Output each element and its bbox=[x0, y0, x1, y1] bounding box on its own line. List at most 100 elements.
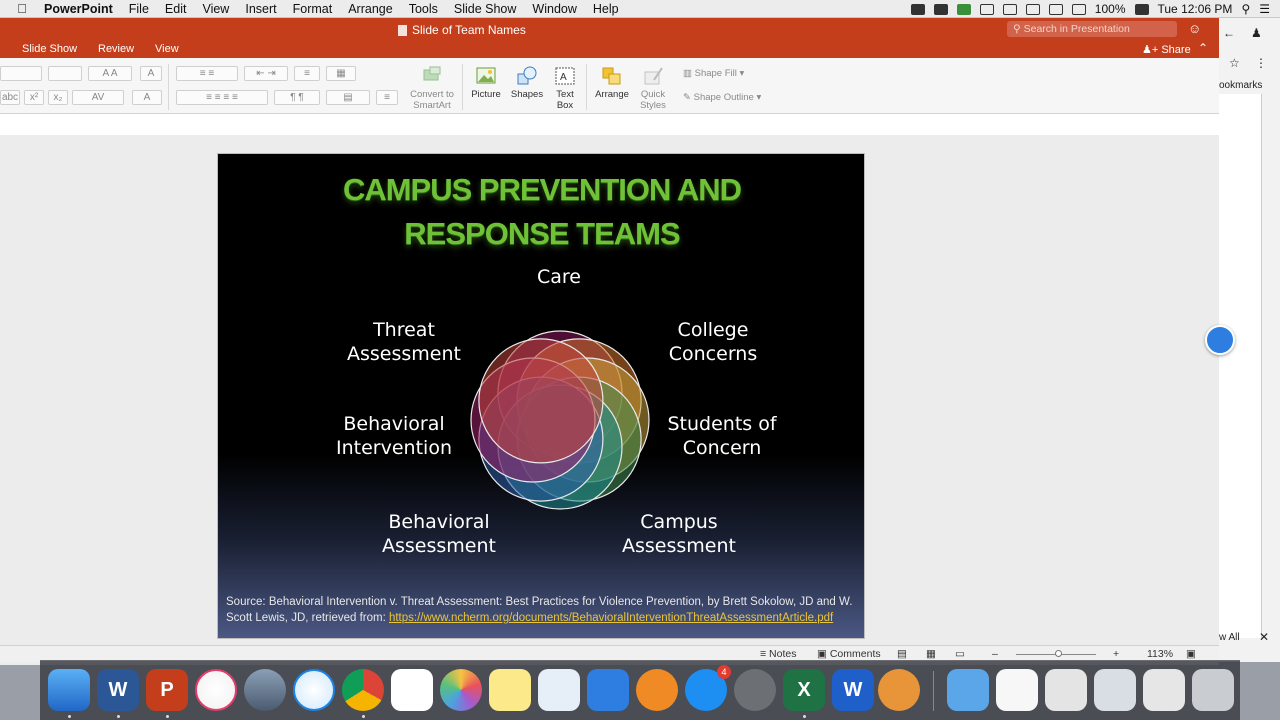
menu-help[interactable]: Help bbox=[593, 2, 619, 16]
time-machine-icon[interactable] bbox=[1002, 3, 1017, 15]
normal-view-icon[interactable]: ▤ bbox=[897, 648, 907, 660]
apple-menu-icon[interactable]:  bbox=[0, 1, 44, 16]
font-grow-shrink-buttons[interactable]: A A bbox=[88, 66, 132, 81]
system-preferences-icon[interactable] bbox=[734, 669, 776, 711]
notification-center-icon[interactable]: ☰ bbox=[1259, 2, 1270, 16]
excel-icon[interactable]: X bbox=[783, 669, 825, 711]
browser-profile-icon[interactable]: ♟ bbox=[1251, 26, 1262, 40]
menu-slide-show[interactable]: Slide Show bbox=[454, 2, 517, 16]
line-spacing-button[interactable]: ≡ bbox=[294, 66, 320, 81]
clock[interactable]: Tue 12:06 PM bbox=[1158, 2, 1233, 16]
ibooks-icon[interactable] bbox=[636, 669, 678, 711]
notes-icon[interactable] bbox=[489, 669, 531, 711]
app-store-icon[interactable]: 4 bbox=[685, 665, 731, 711]
menu-tools[interactable]: Tools bbox=[409, 2, 438, 16]
menu-window[interactable]: Window bbox=[532, 2, 576, 16]
alignment-buttons[interactable]: ≡ ≡ ≡ ≡ bbox=[176, 90, 268, 105]
music-file-icon[interactable] bbox=[1045, 669, 1087, 711]
reading-view-icon[interactable]: ▭ bbox=[955, 648, 965, 660]
list-format-button[interactable]: ≡ bbox=[376, 90, 398, 105]
slide-title[interactable]: CAMPUS PREVENTION AND RESPONSE TEAMS bbox=[218, 168, 864, 256]
app-menu[interactable]: PowerPoint bbox=[44, 2, 113, 16]
zoom-slider-handle[interactable] bbox=[1055, 650, 1062, 657]
browser-close-icon[interactable]: ✕ bbox=[1259, 630, 1269, 644]
notes-button[interactable]: ≡ Notes bbox=[760, 648, 796, 660]
bullets-numbering-buttons[interactable]: ≡ ≡ bbox=[176, 66, 238, 81]
wifi-icon[interactable] bbox=[1048, 3, 1063, 15]
menu-file[interactable]: File bbox=[129, 2, 149, 16]
bookmarks-fragment[interactable]: ookmarks bbox=[1219, 80, 1262, 91]
preview-icon[interactable] bbox=[538, 669, 580, 711]
search-input[interactable]: ⚲ Search in Presentation bbox=[1007, 21, 1177, 37]
evernote-status-icon[interactable] bbox=[956, 3, 971, 15]
collapse-ribbon-icon[interactable]: ⌃ bbox=[1198, 41, 1208, 55]
label-campus-assessment[interactable]: Campus Assessment bbox=[609, 510, 749, 558]
itunes-icon[interactable] bbox=[195, 669, 237, 711]
shape-fill-button[interactable]: ▥ Shape Fill ▾ bbox=[683, 68, 744, 79]
spotlight-icon[interactable]: ⚲ bbox=[1241, 2, 1250, 16]
zoom-out-icon[interactable]: – bbox=[992, 648, 998, 660]
dropbox-dock-icon[interactable] bbox=[587, 669, 629, 711]
quick-styles-button[interactable]: Quick Styles bbox=[634, 66, 672, 111]
menu-format[interactable]: Format bbox=[293, 2, 333, 16]
launchpad-icon[interactable] bbox=[244, 669, 286, 711]
powerpoint-icon[interactable]: P bbox=[146, 669, 188, 711]
window-thumbnail-icon[interactable] bbox=[1094, 669, 1136, 711]
app-status-icon[interactable] bbox=[933, 3, 948, 15]
arrange-button[interactable]: Arrange bbox=[592, 66, 632, 100]
superscript-button[interactable]: x² bbox=[24, 90, 44, 105]
tab-review[interactable]: Review bbox=[98, 43, 134, 55]
bookmark-star-icon[interactable]: ☆ bbox=[1229, 56, 1240, 70]
slide[interactable]: CAMPUS PREVENTION AND RESPONSE TEAMS Car… bbox=[217, 153, 865, 639]
columns-button[interactable]: ▦ bbox=[326, 66, 356, 81]
browser-menu-icon[interactable]: ⋮ bbox=[1255, 56, 1267, 70]
photos-icon[interactable] bbox=[440, 669, 482, 711]
dropbox-icon[interactable] bbox=[1205, 325, 1235, 355]
text-direction-buttons[interactable]: ¶ ¶ bbox=[274, 90, 320, 105]
font-size-dropdown[interactable] bbox=[48, 66, 82, 81]
menu-view[interactable]: View bbox=[202, 2, 229, 16]
battery-icon[interactable] bbox=[1134, 3, 1149, 15]
align-text-button[interactable]: ▤ bbox=[326, 90, 370, 105]
menu-edit[interactable]: Edit bbox=[165, 2, 187, 16]
bluetooth-icon[interactable] bbox=[1025, 3, 1040, 15]
chrome-icon[interactable] bbox=[342, 669, 384, 711]
shape-outline-button[interactable]: ✎ Shape Outline ▾ bbox=[683, 92, 761, 103]
label-behavioral-intervention[interactable]: Behavioral Intervention bbox=[324, 412, 464, 460]
keynote-flower-icon[interactable] bbox=[878, 669, 920, 711]
word-icon[interactable]: W bbox=[97, 669, 139, 711]
excel-thumbnail-icon[interactable] bbox=[1143, 669, 1185, 711]
view-all-fragment[interactable]: w All bbox=[1219, 632, 1240, 643]
menu-insert[interactable]: Insert bbox=[245, 2, 276, 16]
folder-icon[interactable] bbox=[947, 669, 989, 711]
shapes-button[interactable]: Shapes bbox=[508, 66, 546, 100]
label-threat-assessment[interactable]: Threat Assessment bbox=[334, 318, 474, 366]
text-box-button[interactable]: A Text Box bbox=[548, 66, 582, 111]
source-link[interactable]: https://www.ncherm.org/documents/Behavio… bbox=[389, 612, 833, 624]
character-spacing-button[interactable]: AV bbox=[72, 90, 124, 105]
finder-icon[interactable] bbox=[48, 669, 90, 711]
font-color-button[interactable]: A bbox=[132, 90, 162, 105]
indent-buttons[interactable]: ⇤ ⇥ bbox=[244, 66, 288, 81]
label-students-of-concern[interactable]: Students of Concern bbox=[652, 412, 792, 460]
calendar-icon[interactable] bbox=[391, 669, 433, 711]
zoom-in-icon[interactable]: + bbox=[1113, 648, 1119, 660]
dropbox-status-icon[interactable] bbox=[910, 3, 925, 15]
safari-icon[interactable] bbox=[293, 669, 335, 711]
subscript-button[interactable]: x₂ bbox=[48, 90, 68, 105]
strikethrough-button[interactable]: abc bbox=[0, 90, 20, 105]
tab-view[interactable]: View bbox=[155, 43, 179, 55]
trash-icon[interactable] bbox=[1192, 669, 1234, 711]
convert-to-smartart-button[interactable]: Convert to SmartArt bbox=[404, 66, 460, 111]
label-care[interactable]: Care bbox=[509, 265, 609, 289]
menu-arrange[interactable]: Arrange bbox=[348, 2, 392, 16]
font-name-dropdown[interactable] bbox=[0, 66, 42, 81]
comments-button[interactable]: ▣ Comments bbox=[817, 648, 881, 660]
battery-percent[interactable]: 100% bbox=[1095, 2, 1126, 16]
webex-icon[interactable]: W bbox=[832, 669, 874, 711]
fit-to-window-icon[interactable]: ▣ bbox=[1186, 648, 1196, 660]
clear-formatting-icon[interactable]: A bbox=[140, 66, 162, 81]
share-button[interactable]: ♟+ Share bbox=[1142, 43, 1191, 56]
picture-button[interactable]: Picture bbox=[468, 66, 504, 100]
venn-diagram[interactable] bbox=[464, 324, 656, 516]
